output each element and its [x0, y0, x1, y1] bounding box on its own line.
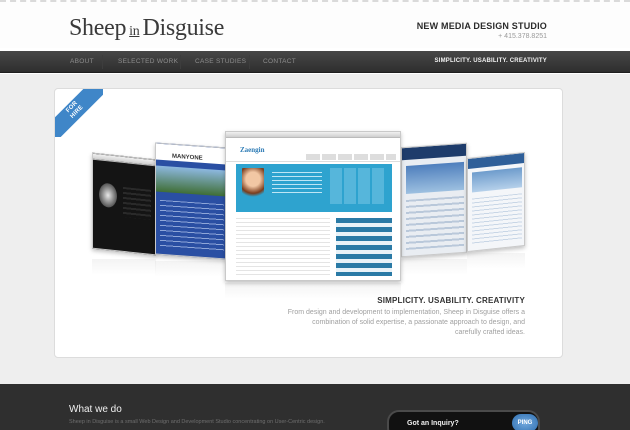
main-nav: ABOUT SELECTED WORK CASE STUDIES CONTACT… [0, 51, 630, 73]
screenshot-reflection [225, 283, 401, 299]
portfolio-screenshot-table[interactable] [467, 151, 525, 253]
what-we-do-text: Sheep in Disguise is a small Web Design … [69, 419, 325, 425]
hero-description: From design and development to implement… [287, 309, 525, 336]
site-header: Sheep in Disguise NEW MEDIA DESIGN STUDIO … [0, 0, 630, 48]
zaengin-logo: Zaengin [240, 146, 265, 154]
nav-item-case-studies[interactable]: CASE STUDIES [195, 58, 246, 65]
portfolio-screenshot-manyone[interactable]: MANYONE [155, 142, 227, 260]
inquiry-box[interactable]: Got an Inquiry? PING [387, 410, 540, 430]
phone-number: + 415.378.8251 [498, 33, 547, 40]
portfolio-screenshot-blue[interactable] [401, 142, 467, 258]
screenshot-reflection [155, 261, 227, 277]
what-we-do-heading: What we do [69, 404, 122, 415]
portfolio-screenshot-dark[interactable] [92, 152, 156, 256]
logo-text-mid: in [129, 24, 140, 39]
screenshot-reflection [401, 259, 467, 275]
screenshot-reflection [467, 253, 525, 269]
nav-divider [102, 55, 103, 69]
logo-text-left: Sheep [69, 15, 127, 41]
profile-photo [242, 168, 264, 200]
studio-title: NEW MEDIA DESIGN STUDIO [416, 21, 547, 31]
logo-text-right: Disguise [142, 15, 225, 41]
main-content: FOR HIRE MANYONE Zaengin SIMPLICITY. USA… [0, 74, 630, 384]
for-hire-ribbon[interactable]: FOR HIRE [55, 89, 103, 137]
nav-divider [249, 55, 250, 69]
portrait-image [99, 182, 117, 209]
landscape-image [156, 165, 227, 197]
site-logo[interactable]: Sheep in Disguise [69, 15, 224, 42]
hero-title: SIMPLICITY. USABILITY. CREATIVITY [377, 296, 525, 305]
footer-section: What we do Sheep in Disguise is a small … [0, 384, 630, 430]
nav-tagline: SIMPLICITY. USABILITY. CREATIVITY [434, 58, 547, 64]
nav-item-selected-work[interactable]: SELECTED WORK [118, 58, 178, 65]
inquiry-label: Got an Inquiry? [407, 420, 459, 427]
nav-item-contact[interactable]: CONTACT [263, 58, 296, 65]
hero-card: FOR HIRE MANYONE Zaengin SIMPLICITY. USA… [54, 88, 563, 358]
nav-divider [180, 55, 181, 69]
portfolio-screenshot-zaengin[interactable]: Zaengin [225, 131, 401, 281]
nav-item-about[interactable]: ABOUT [70, 58, 94, 65]
ping-button[interactable]: PING [512, 414, 538, 430]
screenshot-reflection [92, 259, 156, 275]
